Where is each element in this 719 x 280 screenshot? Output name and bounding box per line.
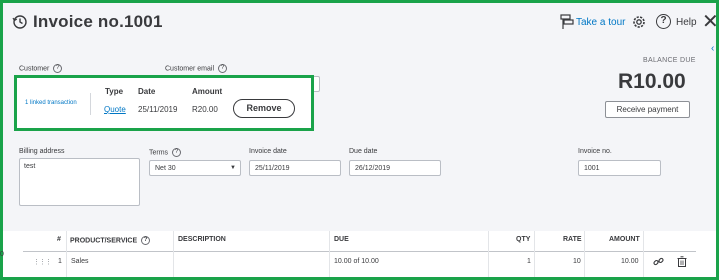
invoice-no-field[interactable]: 1001 — [578, 160, 661, 176]
row-qty[interactable]: 1 — [527, 258, 531, 265]
col-due-header: DUE — [334, 236, 349, 243]
col-description-header: DESCRIPTION — [178, 236, 226, 243]
line-items-table: # PRODUCT/SERVICE? DESCRIPTION DUE QTY R… — [3, 231, 716, 277]
column-divider — [488, 231, 489, 277]
column-divider — [173, 231, 174, 277]
close-icon[interactable]: ✕ — [702, 12, 716, 32]
chevron-left-icon[interactable]: ‹ — [711, 43, 714, 54]
invoice-window: Invoice no.1001 Take a tour ? Help ✕ ‹ C… — [0, 0, 719, 280]
col-rate-header: RATE — [563, 236, 582, 243]
tour-icon[interactable] — [560, 14, 574, 30]
help-question-icon: ? — [53, 64, 63, 73]
row-due: 10.00 of 10.00 — [334, 258, 379, 265]
help-label[interactable]: Help — [676, 17, 697, 28]
column-divider — [534, 231, 535, 277]
column-divider — [66, 231, 67, 277]
invoice-no-label: Invoice no. — [578, 148, 612, 155]
link-icon[interactable] — [653, 256, 664, 267]
row-amount[interactable]: 10.00 — [621, 258, 639, 265]
chevron-down-icon: ▼ — [230, 165, 236, 171]
column-divider — [584, 231, 585, 277]
edge-glyph: 0 — [0, 251, 4, 258]
balance-due-amount: R10.00 — [618, 70, 686, 93]
invoice-date-label: Invoice date — [249, 148, 287, 155]
due-date-field[interactable]: 26/12/2019 — [349, 160, 441, 176]
balance-due-label: BALANCE DUE — [643, 57, 696, 64]
due-date-label: Due date — [349, 148, 378, 155]
table-header-divider — [23, 251, 696, 252]
billing-address-label: Billing address — [19, 148, 65, 155]
row-num: 1 — [58, 258, 62, 265]
row-rate[interactable]: 10 — [573, 258, 581, 265]
column-divider — [643, 231, 644, 277]
gear-icon[interactable] — [631, 14, 647, 30]
receive-payment-button[interactable]: Receive payment — [605, 101, 690, 118]
trash-icon[interactable] — [677, 256, 687, 267]
invoice-date-field[interactable]: 25/11/2019 — [249, 160, 341, 176]
col-amount-header: AMOUNT — [609, 236, 640, 243]
drag-handle-icon[interactable]: ⋮⋮⋮ — [33, 258, 52, 266]
terms-select[interactable]: Net 30 ▼ — [149, 160, 241, 176]
page-title: Invoice no.1001 — [33, 12, 163, 31]
col-num-header: # — [57, 236, 61, 243]
row-product[interactable]: Sales — [71, 258, 89, 265]
column-divider — [329, 231, 330, 277]
terms-label: Terms? — [149, 148, 182, 157]
help-icon[interactable]: ? — [656, 14, 671, 29]
help-question-icon: ? — [172, 148, 182, 157]
billing-address-field[interactable]: test — [19, 158, 140, 206]
col-qty-header: QTY — [516, 236, 531, 243]
customer-email-label: Customer email? — [165, 64, 228, 73]
col-product-header: PRODUCT/SERVICE? — [70, 236, 151, 245]
help-question-icon: ? — [141, 236, 151, 245]
popup-highlight-outline — [14, 75, 314, 131]
history-icon[interactable] — [12, 14, 28, 30]
customer-label: Customer? — [19, 64, 63, 73]
take-a-tour-link[interactable]: Take a tour — [576, 17, 625, 28]
help-question-icon: ? — [218, 64, 228, 73]
header: Invoice no.1001 Take a tour ? Help ✕ — [3, 3, 716, 43]
